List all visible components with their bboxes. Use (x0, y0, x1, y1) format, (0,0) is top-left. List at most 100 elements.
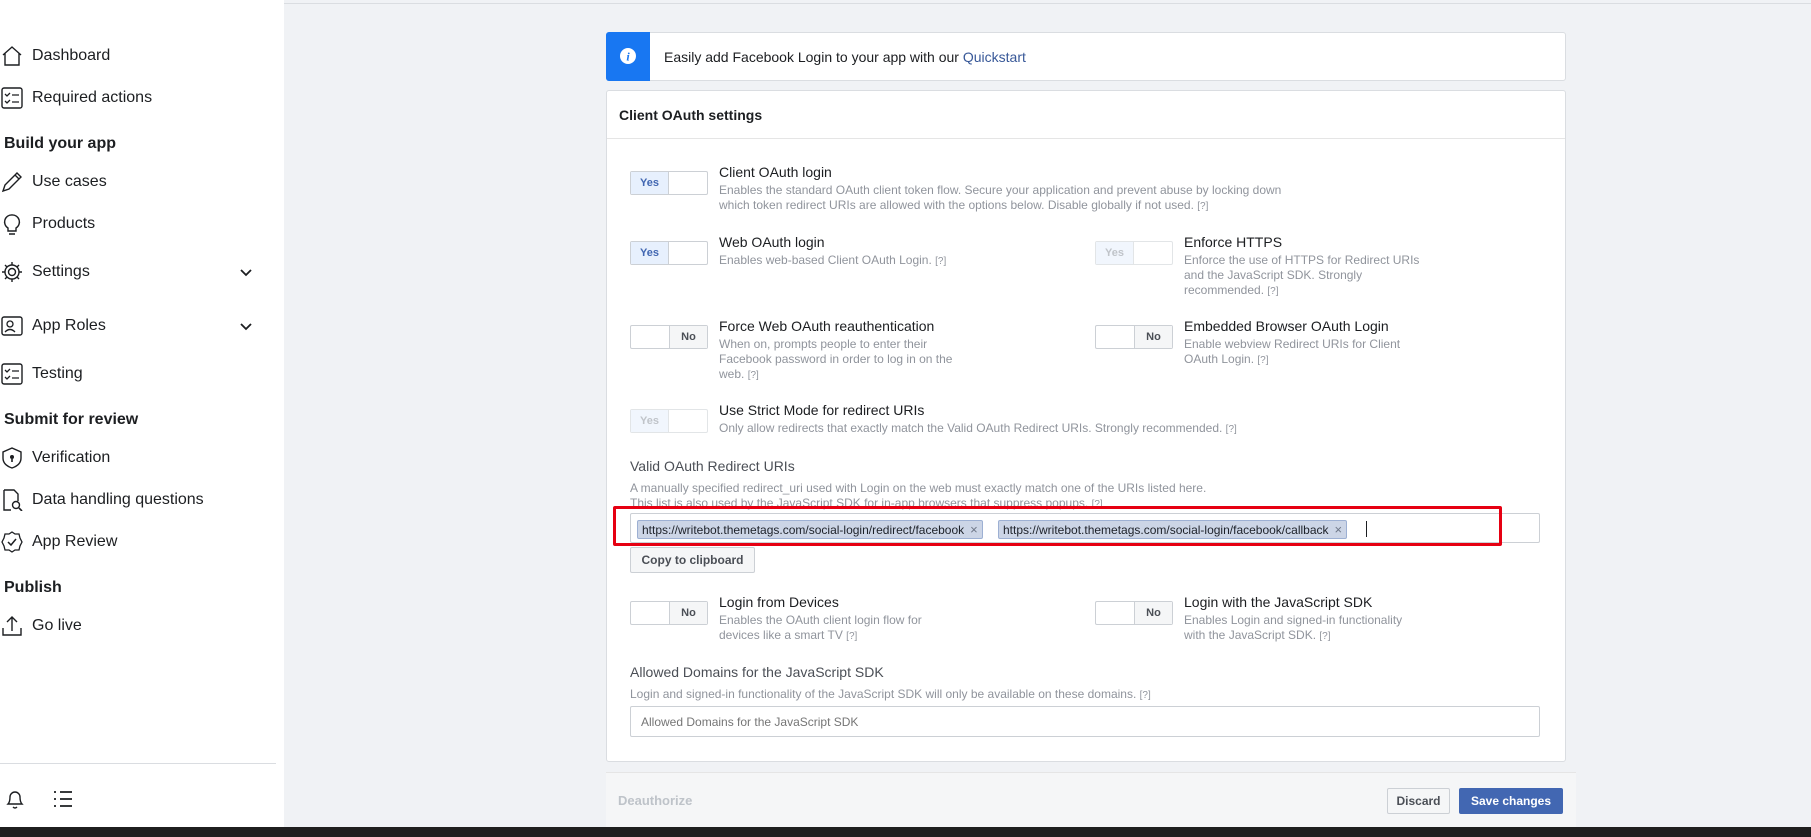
sidebar-item-data-handling[interactable]: Data handling questions (0, 483, 284, 517)
sidebar-item-label: Data handling questions (32, 491, 204, 508)
shield-icon (0, 446, 24, 470)
chevron-down-icon (238, 318, 254, 334)
login-devices-toggle[interactable]: No (630, 601, 708, 625)
enforce-https-title: Enforce HTTPS (1184, 234, 1283, 250)
chevron-down-icon (238, 264, 254, 280)
sidebar-item-go-live[interactable]: Go live (0, 609, 284, 643)
sidebar-item-settings[interactable]: Settings (0, 255, 284, 289)
help-link[interactable]: [?] (1197, 201, 1208, 212)
login-devices-title: Login from Devices (719, 594, 839, 610)
info-icon: i (606, 31, 650, 81)
sidebar: Dashboard Required actions Build your ap… (0, 0, 284, 827)
text-caret (1366, 521, 1367, 537)
login-js-sdk-toggle[interactable]: No (1095, 601, 1173, 625)
os-taskbar (0, 827, 1811, 837)
token-text: https://writebot.themetags.com/social-lo… (1003, 522, 1329, 537)
sidebar-item-label: Verification (32, 449, 111, 466)
sidebar-item-label: Use cases (32, 173, 107, 190)
help-link[interactable]: [?] (1226, 424, 1237, 435)
deauthorize-link[interactable]: Deauthorize (618, 793, 692, 808)
embedded-browser-toggle[interactable]: No (1095, 325, 1173, 349)
login-js-sdk-title: Login with the JavaScript SDK (1184, 594, 1373, 610)
force-reauth-toggle[interactable]: No (630, 325, 708, 349)
web-oauth-login-toggle[interactable]: Yes (630, 241, 708, 265)
sidebar-divider (0, 763, 276, 764)
bell-icon[interactable] (4, 788, 28, 812)
sidebar-item-label: Settings (32, 263, 90, 280)
help-link[interactable]: [?] (935, 256, 946, 267)
embedded-browser-desc: Enable webview Redirect URIs for Client … (1184, 337, 1401, 366)
remove-token-icon[interactable]: × (970, 522, 978, 537)
toggle-state: Yes (631, 242, 669, 264)
web-oauth-login-desc: Enables web-based Client OAuth Login. [?… (719, 253, 947, 267)
force-reauth-desc: When on, prompts people to enter their F… (719, 337, 953, 381)
client-oauth-login-desc: Enables the standard OAuth client token … (719, 183, 1282, 212)
sidebar-item-label: Go live (32, 617, 82, 634)
redirect-uri-token[interactable]: https://writebot.themetags.com/social-lo… (637, 520, 983, 539)
redirect-uris-desc: A manually specified redirect_uri used w… (630, 481, 1207, 510)
sidebar-item-label: Required actions (32, 89, 153, 106)
strict-mode-desc: Only allow redirects that exactly match … (719, 421, 1237, 435)
force-reauth-title: Force Web OAuth reauthentication (719, 318, 935, 334)
sidebar-item-use-cases[interactable]: Use cases (0, 165, 284, 199)
enforce-https-desc: Enforce the use of HTTPS for Redirect UR… (1184, 253, 1420, 297)
home-icon (0, 44, 24, 68)
sidebar-item-label: Dashboard (32, 47, 111, 64)
card-title: Client OAuth settings (607, 91, 1565, 139)
gear-icon (0, 260, 24, 284)
redirect-uri-token[interactable]: https://writebot.themetags.com/social-lo… (998, 520, 1348, 539)
toggle-state: Yes (631, 172, 669, 194)
remove-token-icon[interactable]: × (1335, 522, 1343, 537)
help-link[interactable]: [?] (1092, 499, 1103, 510)
sidebar-item-testing[interactable]: Testing (0, 357, 284, 391)
top-divider (284, 3, 1811, 4)
sidebar-item-app-roles[interactable]: App Roles (0, 309, 284, 343)
login-devices-desc: Enables the OAuth client login flow for … (719, 613, 922, 642)
client-oauth-login-title: Client OAuth login (719, 164, 832, 180)
client-oauth-login-toggle[interactable]: Yes (630, 171, 708, 195)
badge-icon (0, 314, 24, 338)
toggle-state: No (1134, 326, 1172, 348)
document-search-icon (0, 488, 24, 512)
section-heading-publish: Publish (4, 579, 62, 596)
enforce-https-toggle[interactable]: Yes (1095, 241, 1173, 265)
toggle-state: No (669, 326, 707, 348)
sidebar-item-app-review[interactable]: App Review (0, 525, 284, 559)
login-js-sdk-desc: Enables Login and signed-in functionalit… (1184, 613, 1403, 642)
sidebar-item-label: App Review (32, 533, 118, 550)
checklist-icon (0, 86, 24, 110)
allowed-domains-input[interactable] (630, 706, 1540, 737)
quickstart-link[interactable]: Quickstart (963, 49, 1026, 65)
help-link[interactable]: [?] (1257, 355, 1268, 366)
quickstart-banner: i Easily add Facebook Login to your app … (606, 31, 1566, 81)
section-heading-submit: Submit for review (4, 411, 139, 428)
help-link[interactable]: [?] (1267, 286, 1278, 297)
sidebar-item-required-actions[interactable]: Required actions (0, 81, 284, 115)
embedded-browser-title: Embedded Browser OAuth Login (1184, 318, 1389, 334)
help-link[interactable]: [?] (748, 370, 759, 381)
list-icon[interactable] (52, 788, 76, 812)
sidebar-item-label: Products (32, 215, 96, 232)
help-link[interactable]: [?] (846, 631, 857, 642)
toggle-state: No (1134, 602, 1172, 624)
help-link[interactable]: [?] (1140, 690, 1151, 701)
strict-mode-title: Use Strict Mode for redirect URIs (719, 402, 925, 418)
sidebar-item-dashboard[interactable]: Dashboard (0, 39, 284, 73)
sidebar-item-verification[interactable]: Verification (0, 441, 284, 475)
save-changes-button[interactable]: Save changes (1459, 788, 1563, 814)
redirect-uris-input[interactable]: https://writebot.themetags.com/social-lo… (630, 513, 1540, 543)
checklist-icon (0, 362, 24, 386)
toggle-state: Yes (1096, 242, 1134, 264)
sidebar-item-label: App Roles (32, 317, 106, 334)
help-link[interactable]: [?] (1319, 631, 1330, 642)
copy-to-clipboard-button[interactable]: Copy to clipboard (630, 547, 755, 573)
action-footer: Deauthorize Discard Save changes (606, 772, 1576, 827)
banner-text: Easily add Facebook Login to your app wi… (664, 48, 1026, 65)
discard-button[interactable]: Discard (1387, 788, 1450, 814)
upload-icon (0, 614, 24, 638)
toggle-state: No (669, 602, 707, 624)
toggle-state: Yes (631, 410, 669, 432)
sidebar-item-products[interactable]: Products (0, 207, 284, 241)
verified-icon (0, 530, 24, 554)
strict-mode-toggle[interactable]: Yes (630, 409, 708, 433)
